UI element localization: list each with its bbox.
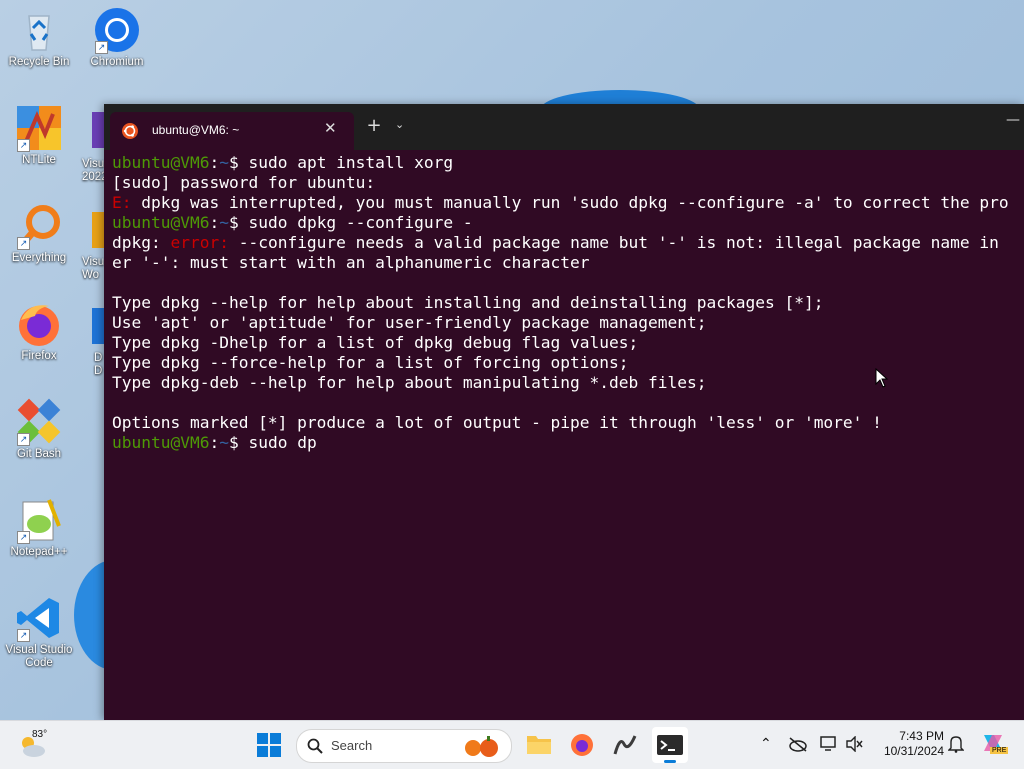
desktop-icon-label: Recycle Bin (8, 56, 70, 68)
shortcut-arrow-icon: ↗ (17, 629, 30, 642)
partial-desktop-icon[interactable] (92, 112, 104, 148)
folder-icon (527, 736, 551, 754)
terminal-window[interactable]: ubuntu@VM6: ~ ✕ + ⌄ — ubuntu@VM6:~$ sudo… (104, 104, 1024, 720)
notepad-plus-plus-icon: ↗ (15, 496, 63, 544)
desktop-icon-git-bash[interactable]: ↗ Git Bash (0, 398, 78, 461)
start-button[interactable] (257, 733, 281, 757)
git-bash-icon: ↗ (15, 398, 63, 446)
terminal-output[interactable]: ubuntu@VM6:~$ sudo apt install xorg [sud… (112, 153, 1009, 453)
tab-title: ubuntu@VM6: ~ (152, 123, 240, 137)
chromium-icon: ↗ (93, 6, 141, 54)
error-prefix: E: (112, 193, 132, 212)
desktop-icon-label: Firefox (21, 350, 57, 362)
everything-search-icon: ↗ (15, 202, 63, 250)
taskbar: 83° Search ⌃ 7:43 PM 10/31/2024 PRE (0, 720, 1024, 769)
clock-time: 7:43 PM (899, 729, 944, 743)
copilot-badge: PRE (990, 747, 1009, 754)
pen-app-icon (613, 735, 637, 755)
search-placeholder: Search (331, 738, 373, 753)
chevron-up-icon[interactable]: ⌃ (760, 735, 772, 752)
prompt-user: ubuntu@VM6 (112, 153, 210, 172)
prompt-path: ~ (219, 153, 229, 172)
recycle-bin-icon (15, 6, 63, 54)
volume-muted-icon[interactable] (846, 735, 864, 756)
shortcut-arrow-icon: ↗ (95, 41, 108, 54)
desktop-icon-label: Visual Studio Code (5, 644, 73, 669)
taskbar-inkscape[interactable] (612, 732, 638, 762)
mouse-cursor-icon (875, 367, 889, 392)
new-tab-button[interactable]: + (364, 116, 384, 136)
halloween-pumpkin-icon (465, 736, 498, 757)
desktop-icon-vscode[interactable]: ↗ Visual Studio Code (0, 594, 78, 670)
desktop-icon-recycle-bin[interactable]: Recycle Bin (0, 6, 78, 69)
shortcut-arrow-icon: ↗ (17, 237, 30, 250)
desktop-icon-notepad-plus-plus[interactable]: ↗ Notepad++ (0, 496, 78, 559)
terminal-line: Type dpkg --help for help about installi… (112, 293, 824, 312)
desktop-icon-everything[interactable]: ↗ Everything (0, 202, 78, 265)
taskbar-firefox[interactable] (569, 732, 595, 762)
desktop-icon-chromium[interactable]: ↗ Chromium (78, 6, 156, 69)
desktop-icon-label: Chromium (90, 56, 144, 68)
terminal-icon (657, 735, 683, 755)
command-text: sudo apt install xorg (248, 153, 454, 172)
shortcut-arrow-icon: ↗ (17, 433, 30, 446)
weather-widget[interactable]: 83° (18, 727, 62, 763)
terminal-line: dpkg: error: --configure needs a valid p… (112, 233, 999, 252)
error-label: error: (170, 233, 229, 252)
terminal-line: E: dpkg was interrupted, you must manual… (112, 193, 1009, 212)
terminal-line: er '-': must start with an alphanumeric … (112, 253, 590, 272)
network-icon[interactable] (820, 735, 840, 757)
prompt-path: ~ (219, 433, 229, 452)
terminal-line: Type dpkg --force-help for a list of for… (112, 353, 629, 372)
terminal-line: Options marked [*] produce a lot of outp… (112, 413, 882, 432)
terminal-line: ubuntu@VM6:~$ sudo dpkg --configure - (112, 213, 473, 232)
command-text: sudo dp (248, 433, 317, 452)
terminal-line: [sudo] password for ubuntu: (112, 173, 376, 192)
desktop-icon-firefox[interactable]: Firefox (0, 300, 78, 363)
ubuntu-icon (122, 123, 138, 139)
cloud-offline-icon[interactable] (788, 736, 808, 756)
terminal-line: ubuntu@VM6:~$ sudo dp (112, 433, 317, 452)
command-text: sudo dpkg --configure - (248, 213, 473, 232)
taskbar-search[interactable]: Search (296, 729, 512, 763)
search-icon (307, 738, 323, 754)
clock[interactable]: 7:43 PM 10/31/2024 (876, 729, 944, 759)
firefox-icon (571, 734, 593, 756)
prompt-path: ~ (219, 213, 229, 232)
active-app-indicator (664, 760, 676, 763)
taskbar-terminal[interactable] (652, 727, 688, 763)
clock-date: 10/31/2024 (883, 744, 944, 758)
shortcut-arrow-icon: ↗ (17, 139, 30, 152)
terminal-line: Use 'apt' or 'aptitude' for user-friendl… (112, 313, 707, 332)
desktop-icon-ntlite[interactable]: ↗ NTLite (0, 104, 78, 167)
ntlite-icon: ↗ (15, 104, 63, 152)
desktop-icon-label: Notepad++ (10, 546, 68, 558)
prompt-user: ubuntu@VM6 (112, 433, 210, 452)
chevron-down-icon[interactable]: ⌄ (395, 118, 404, 131)
partial-desktop-icon[interactable] (92, 212, 104, 248)
windows-icon (257, 733, 281, 757)
desktop-icon-label: Git Bash (16, 448, 62, 460)
notification-bell-icon[interactable] (947, 735, 965, 757)
firefox-icon (15, 300, 63, 348)
prompt-user: ubuntu@VM6 (112, 213, 210, 232)
terminal-tab-bar: ubuntu@VM6: ~ ✕ + ⌄ — (104, 104, 1024, 150)
close-tab-icon[interactable]: ✕ (324, 119, 337, 137)
terminal-tab[interactable]: ubuntu@VM6: ~ ✕ (110, 112, 354, 150)
terminal-line: ubuntu@VM6:~$ sudo apt install xorg (112, 153, 454, 172)
copilot-icon[interactable]: PRE (980, 731, 1009, 759)
terminal-line: Type dpkg-deb --help for help about mani… (112, 373, 707, 392)
weather-temp: 83° (32, 729, 48, 740)
taskbar-file-explorer[interactable] (526, 732, 552, 760)
terminal-line: Type dpkg -Dhelp for a list of dpkg debu… (112, 333, 639, 352)
desktop-icon-label: NTLite (22, 154, 56, 166)
shortcut-arrow-icon: ↗ (17, 531, 30, 544)
partial-desktop-icon[interactable] (92, 308, 104, 344)
minimize-button[interactable]: — (1006, 112, 1020, 128)
desktop-icon-label: Everything (11, 252, 67, 264)
vscode-icon: ↗ (15, 594, 63, 642)
